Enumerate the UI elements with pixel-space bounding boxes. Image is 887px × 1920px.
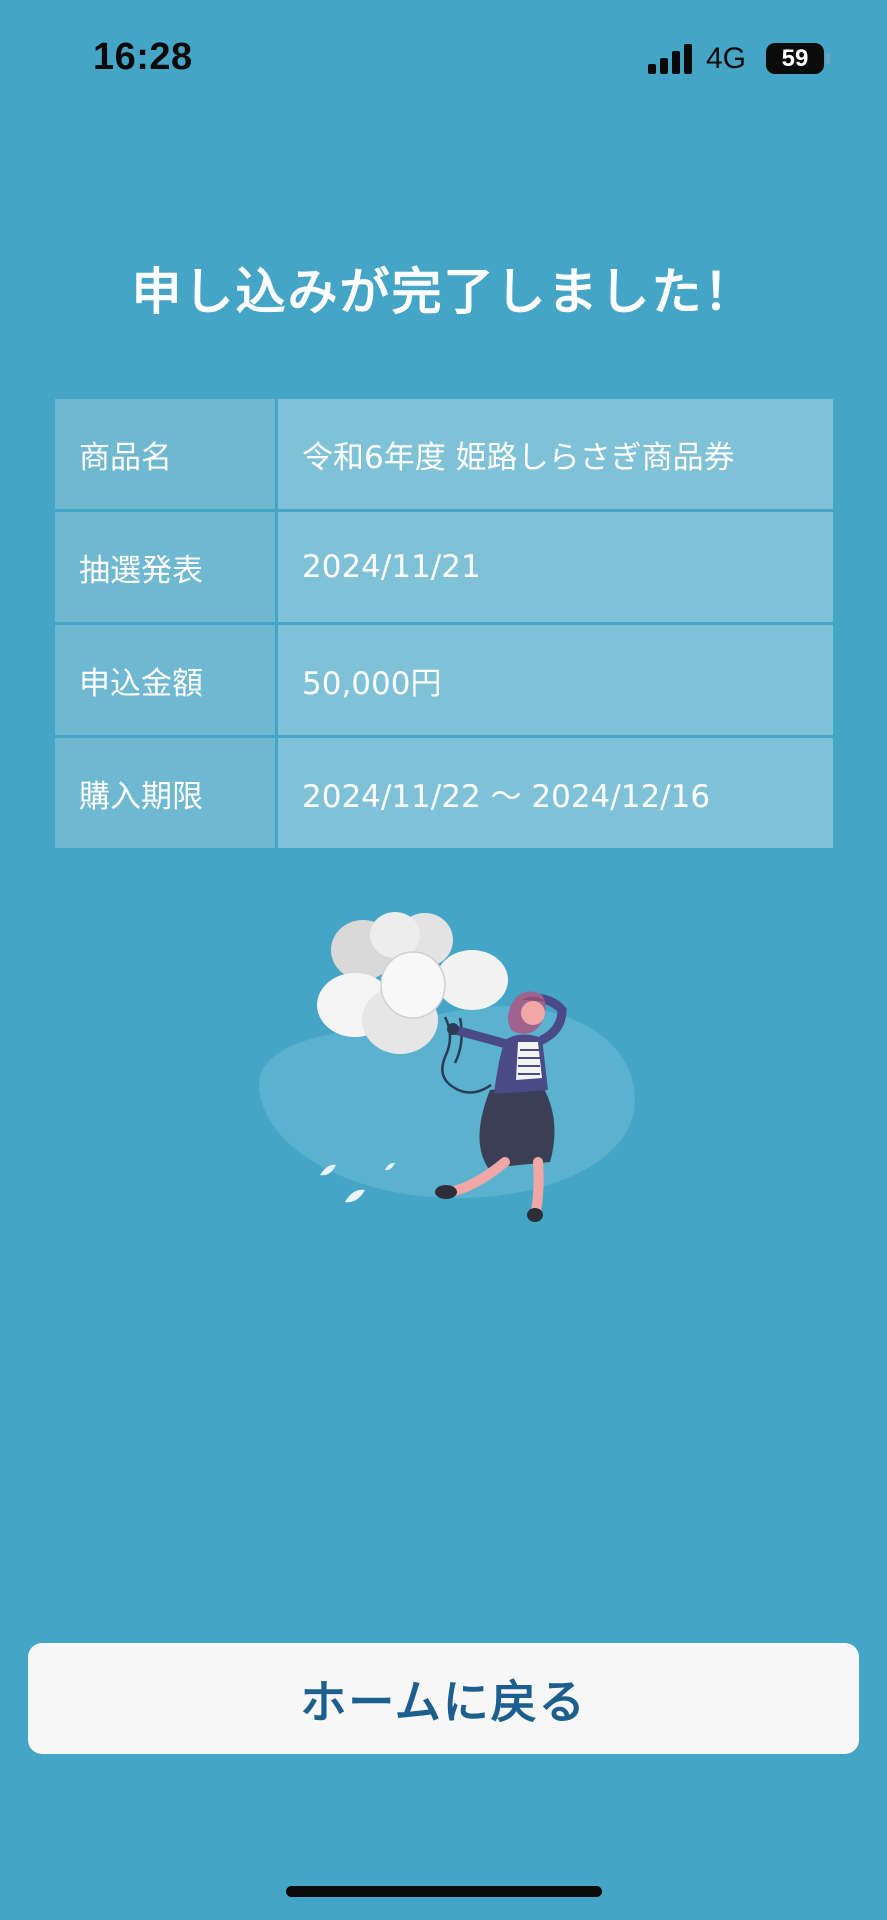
status-bar: 16:28 4G 59 xyxy=(0,0,887,118)
network-type: 4G xyxy=(706,42,747,75)
row-label-lottery-date: 抽選発表 xyxy=(55,512,275,622)
status-time: 16:28 xyxy=(93,36,193,78)
row-label-product: 商品名 xyxy=(55,399,275,509)
battery-level: 59 xyxy=(781,45,809,72)
battery-icon: 59 xyxy=(766,43,824,74)
signal-bars-icon xyxy=(648,44,692,74)
page-title: 申し込みが完了しました！ xyxy=(131,263,756,321)
row-value-product: 令和6年度 姫路しらさぎ商品券 xyxy=(278,399,833,509)
home-button[interactable]: ホームに戻る xyxy=(28,1643,859,1754)
home-indicator[interactable] xyxy=(286,1886,602,1897)
row-value-lottery-date: 2024/11/21 xyxy=(278,512,833,622)
table-row: 商品名 令和6年度 姫路しらさぎ商品券 xyxy=(55,399,833,509)
row-label-purchase-period: 購入期限 xyxy=(55,738,275,848)
table-row: 申込金額 50,000円 xyxy=(55,625,833,735)
application-details-table: 商品名 令和6年度 姫路しらさぎ商品券 抽選発表 2024/11/21 申込金額… xyxy=(55,399,833,851)
row-label-amount: 申込金額 xyxy=(55,625,275,735)
row-value-purchase-period: 2024/11/22 〜 2024/12/16 xyxy=(278,738,833,848)
row-value-amount: 50,000円 xyxy=(278,625,833,735)
table-row: 抽選発表 2024/11/21 xyxy=(55,512,833,622)
table-row: 購入期限 2024/11/22 〜 2024/12/16 xyxy=(55,738,833,848)
battery-tip xyxy=(826,53,830,64)
woman-with-balloons-illustration xyxy=(258,912,635,1222)
